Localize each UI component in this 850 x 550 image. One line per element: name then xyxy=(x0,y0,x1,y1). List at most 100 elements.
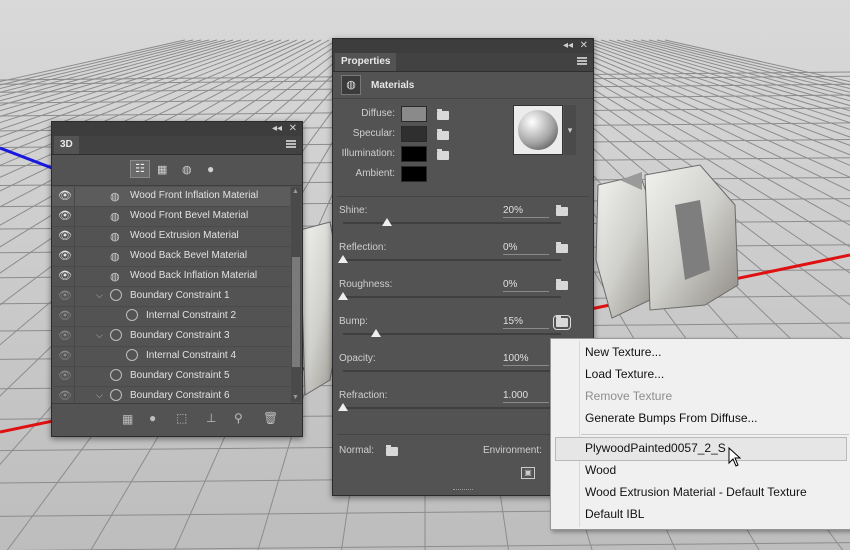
slider-thumb[interactable] xyxy=(370,329,381,337)
slider-track[interactable] xyxy=(343,407,561,409)
panel-menu-icon[interactable] xyxy=(286,140,296,148)
slider-thumb[interactable] xyxy=(338,292,348,300)
expand-chevron-icon[interactable]: ⌵ xyxy=(96,330,103,341)
texture-folder-icon[interactable] xyxy=(553,315,571,330)
texture-menu-item[interactable]: PlywoodPainted0057_2_S xyxy=(585,441,726,455)
visibility-eye-icon[interactable]: 👁 xyxy=(58,330,72,342)
visibility-eye-icon[interactable]: 👁 xyxy=(58,250,72,262)
visibility-eye-icon[interactable]: 👁 xyxy=(58,390,72,402)
visibility-eye-icon[interactable]: 👁 xyxy=(58,190,72,202)
slider-track[interactable] xyxy=(343,370,561,372)
slider-value-field[interactable]: 1.000 xyxy=(503,390,549,403)
slider-value-field[interactable]: 15% xyxy=(503,316,549,329)
scene-filter-icon[interactable]: ☷ xyxy=(130,160,150,178)
texture-folder-icon[interactable] xyxy=(556,205,568,216)
slider-track[interactable] xyxy=(343,296,561,298)
tab-properties[interactable]: Properties xyxy=(335,53,397,71)
tree-row-label: Internal Constraint 4 xyxy=(146,350,237,361)
split-extrusion-icon[interactable]: ⚲ xyxy=(234,411,243,425)
close-icon[interactable]: ✕ xyxy=(580,40,588,52)
normal-folder-icon[interactable] xyxy=(386,445,398,456)
add-mesh-icon[interactable]: ⬚ xyxy=(176,411,187,425)
visibility-eye-icon[interactable]: 👁 xyxy=(58,230,72,242)
texture-folder-icon[interactable] xyxy=(437,149,449,160)
texture-menu-item[interactable]: Wood Extrusion Material - Default Textur… xyxy=(585,485,807,499)
slider-thumb[interactable] xyxy=(338,255,348,263)
slider-track[interactable] xyxy=(343,222,561,224)
internal-constraint-icon xyxy=(126,309,138,321)
texture-menu-item[interactable]: Wood xyxy=(585,463,616,477)
slider-value-field[interactable]: 0% xyxy=(503,242,549,255)
color-swatch[interactable] xyxy=(401,166,427,182)
slider-value-field[interactable]: 20% xyxy=(503,205,549,218)
tree-row[interactable]: 👁 Boundary Constraint 5 xyxy=(52,367,290,387)
row-separator xyxy=(74,287,75,306)
slider-value-field[interactable]: 100% xyxy=(503,353,549,366)
tree-row[interactable]: 👁 ⌵ Boundary Constraint 1 xyxy=(52,287,290,307)
ground-plane-icon[interactable]: ⊥ xyxy=(206,411,216,425)
tree-row[interactable]: 👁 ◍ Wood Front Bevel Material xyxy=(52,207,290,227)
material-preview[interactable] xyxy=(513,105,563,155)
expand-chevron-icon[interactable]: ⌵ xyxy=(96,290,103,301)
properties-titlebar[interactable]: ◂◂ ✕ xyxy=(333,39,593,53)
swatch-label: Diffuse: xyxy=(361,108,395,119)
resize-grip[interactable] xyxy=(453,489,473,493)
texture-menu-item[interactable]: Default IBL xyxy=(585,507,644,521)
visibility-eye-icon[interactable]: 👁 xyxy=(58,290,72,302)
tree-row[interactable]: 👁 Internal Constraint 2 xyxy=(52,307,290,327)
tree-row[interactable]: 👁 ◍ Wood Extrusion Material xyxy=(52,227,290,247)
3d-panel-titlebar[interactable]: ◂◂ ✕ xyxy=(52,122,302,136)
visibility-eye-icon[interactable]: 👁 xyxy=(58,210,72,222)
add-light-icon[interactable]: ● xyxy=(149,411,156,425)
color-swatch[interactable] xyxy=(401,146,427,162)
constraint-icon xyxy=(110,389,122,401)
swatch-label: Illumination: xyxy=(341,148,395,159)
slider-thumb[interactable] xyxy=(381,218,392,226)
render-settings-icon[interactable]: ▣ xyxy=(521,467,535,479)
tab-3d[interactable]: 3D xyxy=(54,136,79,154)
visibility-eye-icon[interactable]: 👁 xyxy=(58,350,72,362)
tree-row[interactable]: 👁 ⌵ Boundary Constraint 3 xyxy=(52,327,290,347)
light-filter-icon[interactable]: ● xyxy=(207,162,214,176)
tree-scrollbar[interactable]: ▲ ▼ xyxy=(291,187,301,402)
slider-thumb[interactable] xyxy=(338,403,348,411)
texture-folder-icon[interactable] xyxy=(556,279,568,290)
color-swatch[interactable] xyxy=(401,126,427,142)
scroll-thumb[interactable] xyxy=(292,257,300,367)
tree-row[interactable]: 👁 ◍ Wood Back Bevel Material xyxy=(52,247,290,267)
color-swatch[interactable] xyxy=(401,106,427,122)
texture-folder-icon[interactable] xyxy=(556,242,568,253)
slider-track[interactable] xyxy=(343,259,561,261)
close-icon[interactable]: ✕ xyxy=(289,123,297,135)
material-filter-icon[interactable]: ◍ xyxy=(182,163,192,176)
texture-folder-icon[interactable] xyxy=(437,109,449,120)
scroll-up-icon[interactable]: ▲ xyxy=(292,188,299,195)
scroll-down-icon[interactable]: ▼ xyxy=(292,394,299,401)
visibility-eye-icon[interactable]: 👁 xyxy=(58,270,72,282)
cursor-arrow-icon xyxy=(728,447,742,467)
delete-icon[interactable]: 🗑 xyxy=(263,411,278,425)
visibility-eye-icon[interactable]: 👁 xyxy=(58,310,72,322)
chevron-down-icon[interactable]: ▾ xyxy=(564,105,576,155)
menu-item[interactable]: Generate Bumps From Diffuse... xyxy=(585,411,758,425)
menu-item[interactable]: Load Texture... xyxy=(585,367,664,381)
menu-item[interactable]: New Texture... xyxy=(585,345,661,359)
collapse-icon[interactable]: ◂◂ xyxy=(563,40,573,52)
panel-menu-icon[interactable] xyxy=(577,57,587,65)
texture-folder-icon[interactable] xyxy=(437,129,449,140)
tree-row[interactable]: 👁 ⌵ Boundary Constraint 6 xyxy=(52,387,290,402)
material-sphere xyxy=(518,110,558,150)
visibility-eye-icon[interactable]: 👁 xyxy=(58,370,72,382)
slider-value-field[interactable]: 0% xyxy=(503,279,549,292)
tree-row[interactable]: 👁 ◍ Wood Front Inflation Material xyxy=(52,187,290,207)
mesh-filter-icon[interactable]: ▦ xyxy=(157,163,167,176)
collapse-icon[interactable]: ◂◂ xyxy=(272,123,282,135)
row-separator xyxy=(74,247,75,266)
tree-row[interactable]: 👁 ◍ Wood Back Inflation Material xyxy=(52,267,290,287)
section-title: Materials xyxy=(371,80,415,91)
tree-row[interactable]: 👁 Internal Constraint 4 xyxy=(52,347,290,367)
tree-row-label: Wood Extrusion Material xyxy=(130,230,239,241)
render-icon[interactable]: ▦ xyxy=(122,412,133,426)
row-separator xyxy=(74,187,75,206)
expand-chevron-icon[interactable]: ⌵ xyxy=(96,390,103,401)
